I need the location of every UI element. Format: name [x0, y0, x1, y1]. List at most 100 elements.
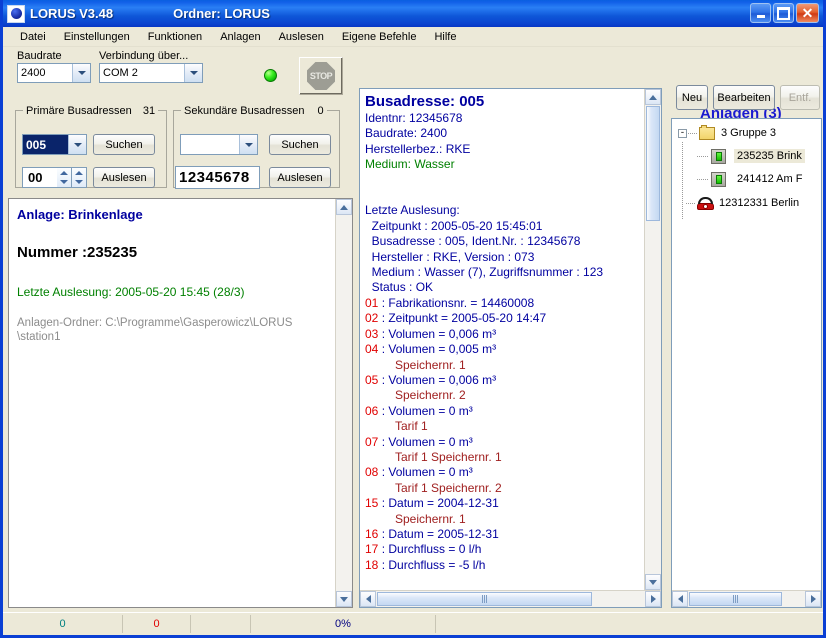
maximize-button[interactable]: [773, 3, 794, 23]
tree-connector: [697, 156, 709, 157]
record-text: : Durchfluss = 0 l/h: [382, 542, 482, 556]
status-progress: 0%: [335, 618, 351, 630]
edit-installation-button[interactable]: Bearbeiten: [713, 85, 775, 110]
stop-button[interactable]: STOP: [299, 57, 343, 95]
menu-item-anlagen[interactable]: Anlagen: [211, 30, 269, 44]
tree-device-1-label: 235235 Brink: [734, 149, 805, 163]
spin-up-icon[interactable]: [57, 168, 71, 178]
new-label: Neu: [682, 92, 702, 104]
chevron-down-icon[interactable]: [239, 135, 257, 154]
primary-spinner[interactable]: 00: [22, 167, 87, 188]
scroll-up-icon[interactable]: [645, 89, 661, 105]
tree-content: - 3 Gruppe 3 235235 Brink 241412 Am F: [672, 119, 821, 590]
connection-select[interactable]: COM 2: [99, 63, 203, 83]
primary-group-title: Primäre Busadressen: [26, 105, 132, 117]
collapse-expander-icon[interactable]: -: [678, 129, 687, 138]
menu-item-einstellungen[interactable]: Einstellungen: [55, 30, 139, 44]
detail-horizontal-scrollbar[interactable]: [360, 590, 661, 607]
primary-spin-value: 00: [28, 170, 42, 185]
stop-sign-icon: STOP: [307, 62, 335, 90]
chevron-down-icon[interactable]: [184, 64, 202, 82]
secondary-address-select[interactable]: [180, 134, 258, 155]
tree-hscroll-thumb[interactable]: [689, 592, 782, 606]
detail-line: [365, 188, 639, 203]
delete-installation-button[interactable]: Entf.: [780, 85, 820, 110]
record-text: : Datum = 2004-12-31: [382, 496, 499, 510]
detail-record-row: 04 : Volumen = 0,005 m³: [365, 342, 639, 357]
record-text: : Fabrikationsnr. = 14460008: [382, 296, 534, 310]
primary-read-label: Auslesen: [101, 172, 146, 184]
menu-item-auslesen[interactable]: Auslesen: [270, 30, 333, 44]
secondary-ident-input[interactable]: 12345678: [175, 166, 260, 189]
tree-node-device-2[interactable]: 241412 Am F: [678, 170, 821, 188]
detail-line: Status : OK: [365, 280, 639, 295]
record-text: : Zeitpunkt = 2005-05-20 14:47: [382, 311, 546, 325]
secondary-search-button[interactable]: Suchen: [269, 134, 331, 155]
tree-node-phone[interactable]: 12312331 Berlin: [678, 194, 821, 212]
spin-down-icon[interactable]: [57, 178, 71, 188]
tree-node-group[interactable]: - 3 Gruppe 3: [678, 124, 821, 142]
info-panel-scrollbar[interactable]: [335, 199, 352, 607]
chevron-down-icon[interactable]: [68, 135, 86, 154]
detail-line: Zeitpunkt : 2005-05-20 15:45:01: [365, 219, 639, 234]
spinner-up-down-2[interactable]: [72, 167, 87, 188]
record-number: 16: [365, 527, 382, 541]
connection-status-led: [264, 69, 277, 82]
record-number: 04: [365, 342, 382, 356]
spin-down-icon[interactable]: [72, 178, 86, 188]
detail-vertical-scrollbar[interactable]: [644, 89, 661, 590]
record-subtext: Speichernr. 2: [365, 388, 639, 403]
record-number: 07: [365, 435, 382, 449]
detail-record-row: 02 : Zeitpunkt = 2005-05-20 14:47: [365, 311, 639, 326]
spin-up-icon[interactable]: [72, 168, 86, 178]
scroll-right-icon[interactable]: [645, 591, 661, 607]
record-number: 18: [365, 558, 382, 572]
minimize-button[interactable]: [750, 3, 771, 23]
scroll-left-icon[interactable]: [672, 591, 688, 607]
primary-search-button[interactable]: Suchen: [93, 134, 155, 155]
record-subtext: Tarif 1 Speichernr. 2: [365, 481, 639, 496]
detail-line: [365, 173, 639, 188]
detail-line: Medium : Wasser (7), Zugriffsnummer : 12…: [365, 265, 639, 280]
application-window: LORUS V3.48 Ordner: LORUS ✕ Datei Einste…: [0, 0, 826, 638]
tree-horizontal-scrollbar[interactable]: [672, 590, 821, 607]
tree-node-device-1[interactable]: 235235 Brink: [678, 147, 821, 165]
edit-label: Bearbeiten: [717, 92, 770, 104]
primary-read-button[interactable]: Auslesen: [93, 167, 155, 188]
record-text: : Volumen = 0 m³: [382, 404, 473, 418]
record-number: 17: [365, 542, 382, 556]
spinner-up-down-1[interactable]: [57, 167, 72, 188]
connection-field-group: Verbindung über... COM 2: [99, 50, 203, 83]
menu-item-datei[interactable]: Datei: [11, 30, 55, 44]
scroll-up-icon[interactable]: [336, 199, 352, 215]
record-text: : Durchfluss = -5 l/h: [382, 558, 486, 572]
record-subtext: Speichernr. 1: [365, 358, 639, 373]
menu-item-funktionen[interactable]: Funktionen: [139, 30, 211, 44]
installation-folder-path: Anlagen-Ordner: C:\Programme\Gasperowicz…: [17, 316, 327, 344]
scroll-right-icon[interactable]: [805, 591, 821, 607]
detail-header: Busadresse: 005: [365, 92, 639, 111]
primary-address-select[interactable]: 005: [22, 134, 87, 155]
baudrate-label: Baudrate: [17, 50, 91, 62]
detail-line: Hersteller : RKE, Version : 073: [365, 250, 639, 265]
detail-hscroll-thumb[interactable]: [377, 592, 592, 606]
status-cell-progress: 0%: [251, 615, 436, 633]
record-number: 05: [365, 373, 382, 387]
secondary-read-button[interactable]: Auslesen: [269, 167, 331, 188]
scroll-left-icon[interactable]: [360, 591, 376, 607]
baudrate-select[interactable]: 2400: [17, 63, 91, 83]
close-button[interactable]: ✕: [796, 3, 819, 23]
record-text: : Volumen = 0 m³: [382, 435, 473, 449]
detail-record-row: 05 : Volumen = 0,006 m³: [365, 373, 639, 388]
installation-number: Nummer :235235: [17, 244, 327, 261]
scroll-down-icon[interactable]: [336, 591, 352, 607]
scroll-down-icon[interactable]: [645, 574, 661, 590]
tree-connector: [688, 133, 698, 134]
new-installation-button[interactable]: Neu: [676, 85, 708, 110]
secondary-group-count: 0: [318, 105, 324, 117]
menu-item-hilfe[interactable]: Hilfe: [425, 30, 465, 44]
detail-content: Busadresse: 005 Identnr: 12345678Baudrat…: [360, 89, 644, 590]
detail-scroll-thumb[interactable]: [646, 106, 660, 221]
menu-item-eigene-befehle[interactable]: Eigene Befehle: [333, 30, 426, 44]
chevron-down-icon[interactable]: [72, 64, 90, 82]
